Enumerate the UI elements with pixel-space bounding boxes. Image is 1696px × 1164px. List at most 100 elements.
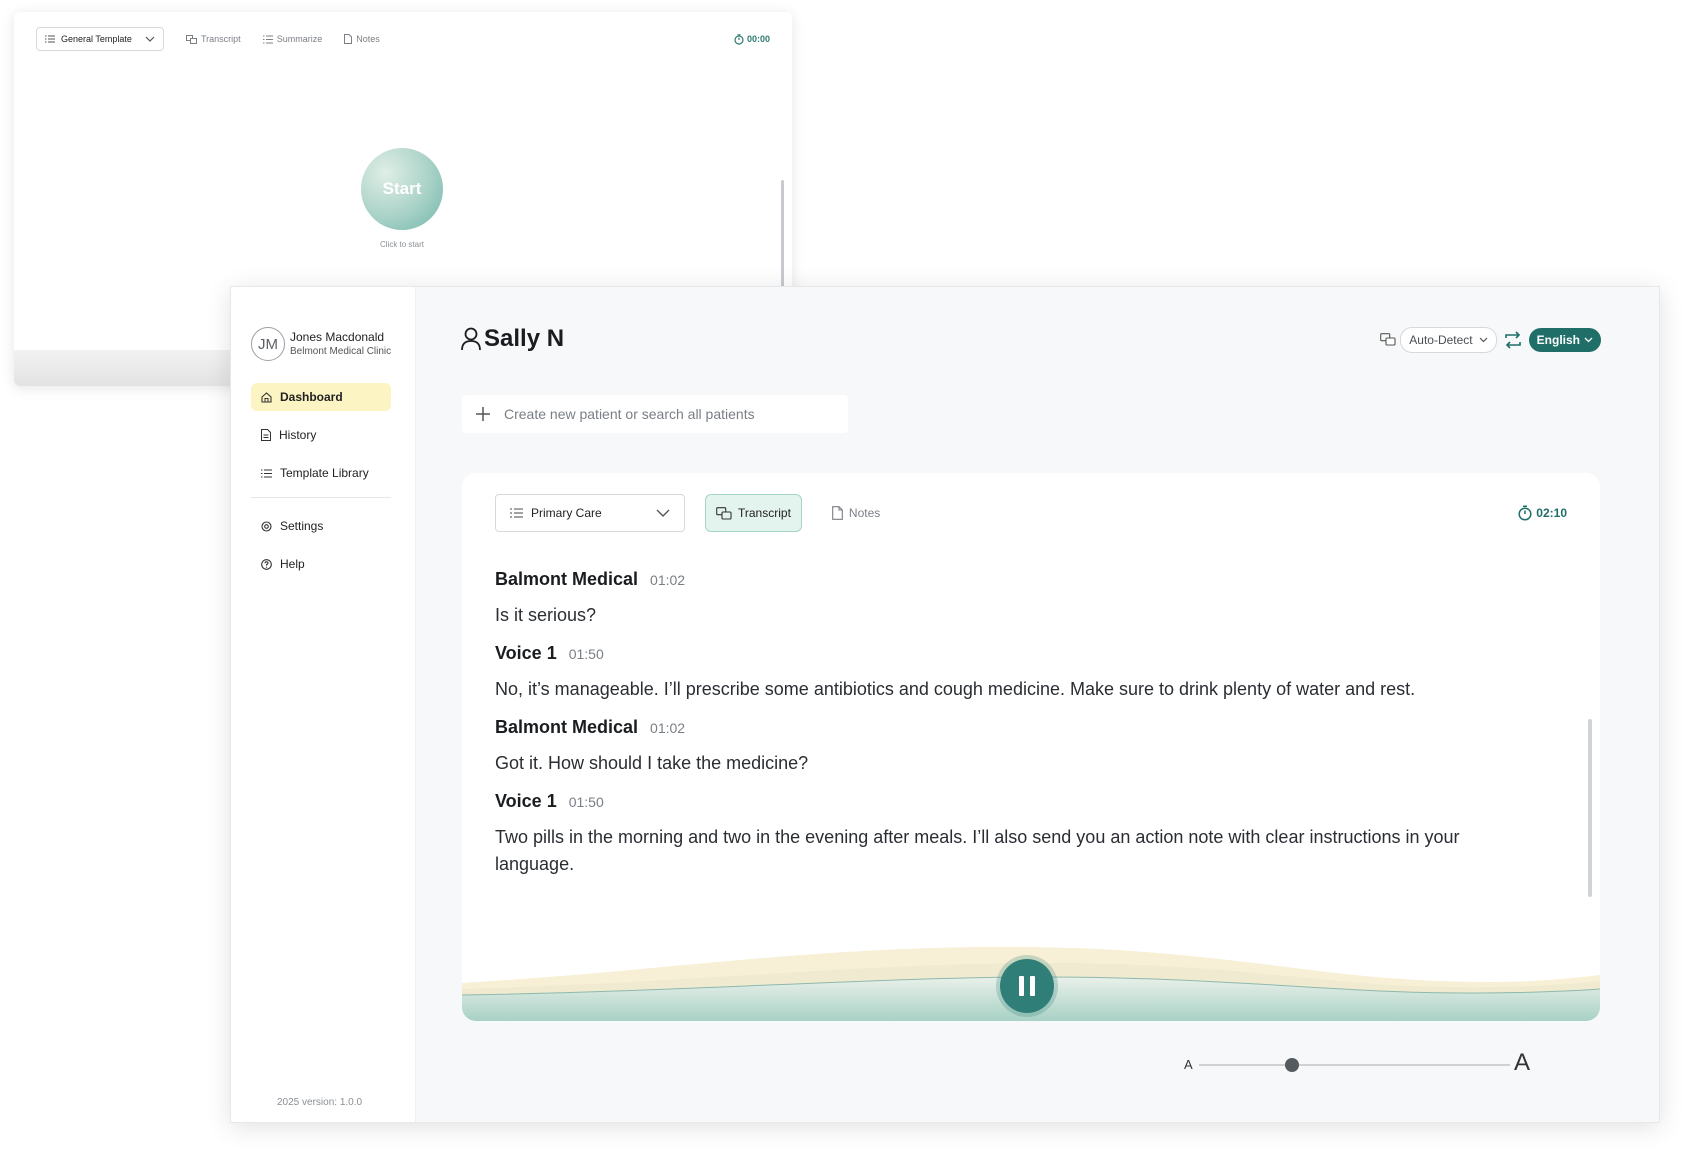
entry-header: Voice 1 01:50 [495,643,1535,669]
background-tab-label: Transcript [201,34,241,44]
user-profile[interactable]: JM Jones Macdonald Belmont Medical Clini… [251,327,391,361]
source-language-select[interactable]: Auto-Detect [1400,327,1497,353]
sidebar-item-label: Template Library [280,466,369,480]
sidebar-item-label: History [279,428,317,442]
background-tab-notes[interactable]: Notes [344,34,380,44]
sidebar-item-label: Help [280,557,305,571]
user-info: Jones Macdonald Belmont Medical Clinic [290,330,391,359]
entry-header: Balmont Medical 01:02 [495,569,1535,595]
sidebar-item-label: Dashboard [280,390,343,404]
background-tab-label: Notes [356,34,380,44]
timestamp: 01:02 [650,572,686,588]
version-label: 2025 version: 1.0.0 [277,1097,363,1108]
list-icon [510,508,523,518]
transcript-list: Balmont Medical 01:02 Is it serious? Voi… [495,569,1535,892]
template-select[interactable]: Primary Care [495,494,685,532]
background-tab-summarize[interactable]: Summarize [262,34,323,44]
card-toolbar: Primary Care Transcript Notes 02:10 [495,493,1567,533]
transcript-entry: Balmont Medical 01:02 Is it serious? [495,569,1535,629]
template-label: Primary Care [531,506,602,520]
page-title: Sally N [461,325,564,353]
font-size-slider[interactable]: A A [1184,1049,1530,1079]
source-language-label: Auto-Detect [1409,333,1473,347]
transcript-icon [716,506,732,520]
sidebar-item-help[interactable]: Help [251,550,391,578]
list-icon [262,35,273,44]
chevron-down-icon [145,36,155,42]
speaker-name: Balmont Medical [495,569,639,589]
transcript-entry: Voice 1 01:50 No, it’s manageable. I’ll … [495,643,1535,703]
history-icon [261,429,271,441]
sidebar-item-history[interactable]: History [251,421,391,449]
timer-value: 02:10 [1536,506,1567,520]
start-recording-button[interactable]: Start [361,148,443,230]
sidebar-nav: Dashboard History Template Library Setti [251,383,391,588]
stopwatch-icon [734,33,744,45]
chevron-down-icon [656,509,670,517]
entry-header: Voice 1 01:50 [495,791,1535,817]
user-icon [461,327,481,351]
pause-button[interactable] [1000,959,1054,1013]
transcript-scrollbar[interactable] [1588,719,1592,897]
background-template-select[interactable]: General Template [36,27,164,51]
entry-text: Is it serious? [495,605,597,625]
entry-header: Balmont Medical 01:02 [495,717,1535,743]
font-size-small-label: A [1184,1057,1193,1072]
tab-notes[interactable]: Notes [822,494,890,532]
plus-icon[interactable] [476,407,490,421]
user-name: Jones Macdonald [290,329,385,344]
recording-timer: 02:10 [1518,505,1567,521]
font-size-large-label: A [1513,1049,1530,1076]
timestamp: 01:02 [650,720,686,736]
tab-label: Notes [848,506,881,520]
language-bar: Auto-Detect English [1380,327,1601,353]
chevron-down-icon [1584,337,1593,343]
speaker-name: Voice 1 [495,643,557,663]
translate-icon [1380,333,1396,347]
patient-search [462,395,848,433]
list-icon [45,35,55,43]
entry-text: No, it’s manageable. I’ll prescribe some… [495,679,1416,699]
sidebar-item-settings[interactable]: Settings [251,512,391,540]
target-language-select[interactable]: English [1528,328,1601,352]
sidebar: JM Jones Macdonald Belmont Medical Clini… [231,287,416,1122]
main-app-window: JM Jones Macdonald Belmont Medical Clini… [230,286,1660,1123]
nav-divider [251,497,391,498]
stopwatch-icon [1518,505,1532,521]
transcript-entry: Voice 1 01:50 Two pills in the morning a… [495,791,1535,878]
home-icon [261,391,272,403]
background-tab-label: Summarize [276,34,323,44]
transcript-entry: Balmont Medical 01:02 Got it. How should… [495,717,1535,777]
background-timer-value: 00:00 [746,34,770,44]
entry-text: Two pills in the morning and two in the … [495,827,1460,874]
timestamp: 01:50 [568,794,604,810]
clinic-name: Belmont Medical Clinic [290,345,392,357]
sidebar-item-label: Settings [280,519,324,533]
background-tab-transcript[interactable]: Transcript [186,34,241,44]
list-icon [261,469,272,478]
patient-name: Sally N [484,325,565,352]
swap-languages-button[interactable] [1503,331,1523,349]
background-timer: 00:00 [734,33,770,45]
sidebar-item-template-library[interactable]: Template Library [251,459,391,487]
slider-thumb[interactable] [1285,1058,1300,1072]
background-scrollbar[interactable] [781,180,784,290]
pause-icon [1018,976,1036,996]
document-icon [832,506,843,520]
background-template-label: General Template [61,34,132,44]
timestamp: 01:50 [568,646,604,662]
speaker-name: Voice 1 [495,791,557,811]
target-language-label: English [1536,333,1580,347]
document-icon [344,34,353,44]
avatar: JM [251,327,285,361]
chevron-down-icon [1479,337,1488,343]
speaker-name: Balmont Medical [495,717,639,737]
tab-label: Transcript [738,506,791,520]
sidebar-item-dashboard[interactable]: Dashboard [251,383,391,411]
help-icon [261,558,272,570]
tab-transcript[interactable]: Transcript [705,494,802,532]
search-input[interactable] [502,405,826,423]
transcript-card: Primary Care Transcript Notes 02:10 Balm… [462,473,1600,1021]
slider-track[interactable] [1199,1064,1510,1066]
start-hint: Click to start [379,240,424,249]
